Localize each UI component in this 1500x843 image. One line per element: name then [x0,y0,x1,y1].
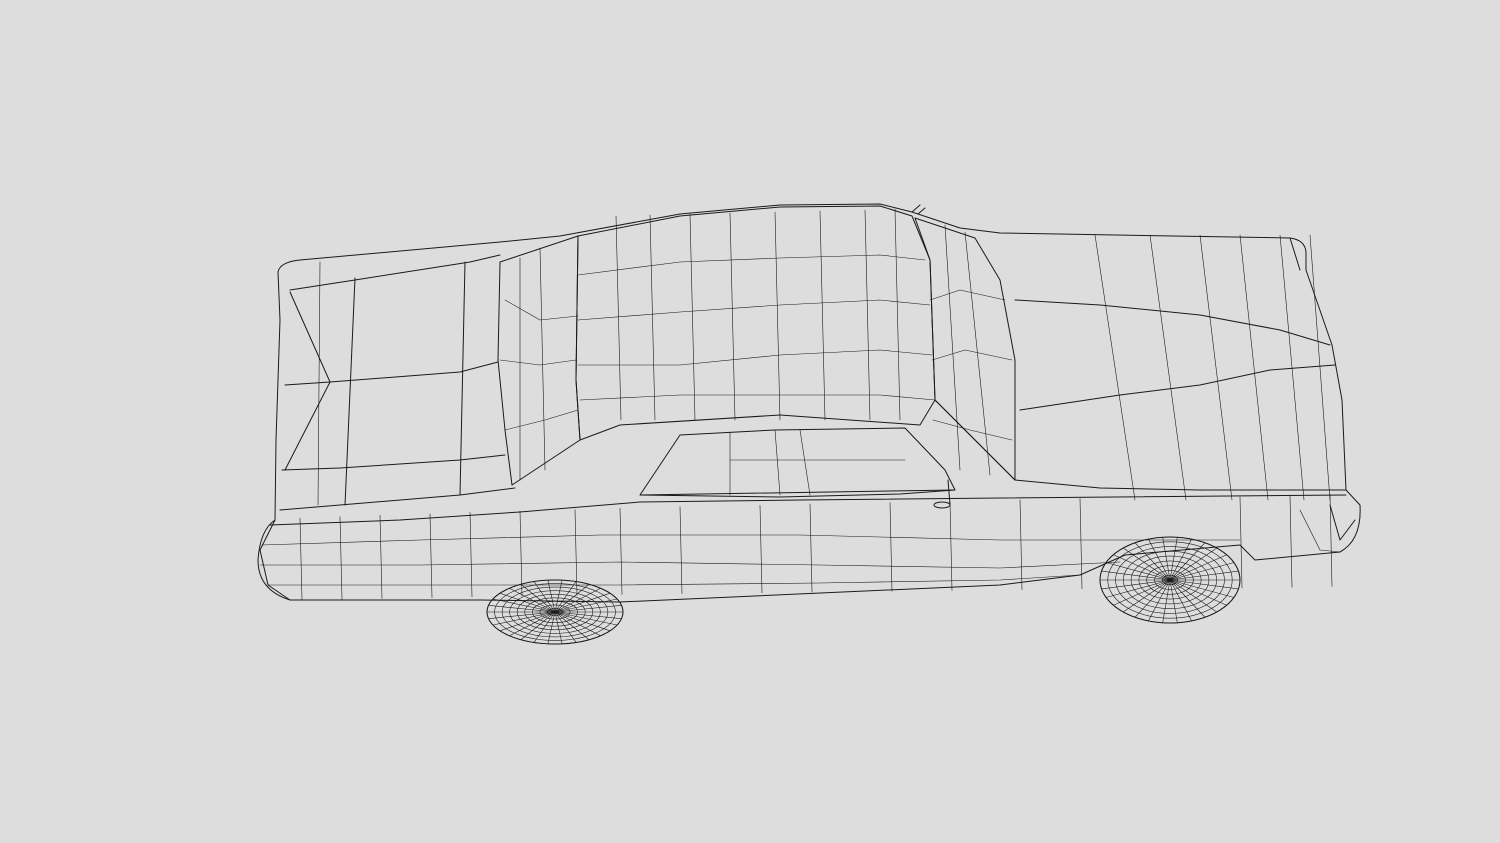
wireframe-car-model[interactable] [0,0,1500,843]
3d-viewport[interactable] [0,0,1500,843]
car-body [257,203,1361,603]
rear-wheel [486,579,624,645]
front-wheel [1099,536,1241,624]
side-mirror [933,479,951,509]
